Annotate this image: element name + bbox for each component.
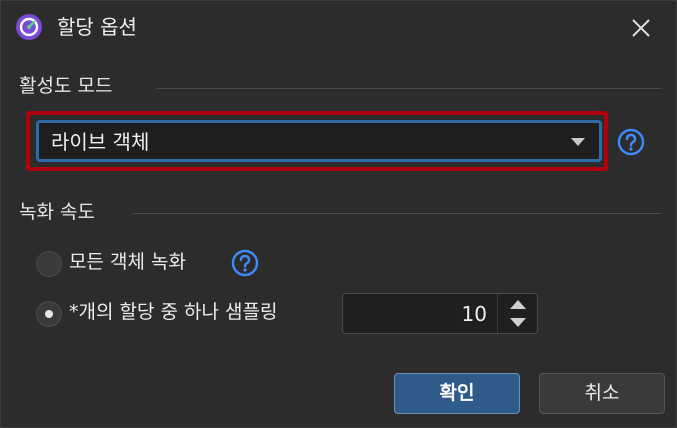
help-icon[interactable]	[231, 249, 259, 277]
dialog-title: 할당 옵션	[57, 15, 137, 39]
radio-record-all[interactable]	[36, 251, 62, 277]
close-button[interactable]	[623, 11, 659, 45]
dropdown-selected-value: 라이브 객체	[51, 130, 150, 154]
arrow-down-icon	[510, 318, 526, 327]
recording-speed-divider	[133, 213, 661, 214]
increment-button[interactable]	[498, 294, 538, 313]
title-bar: 할당 옵션	[1, 1, 676, 55]
activity-mode-label: 활성도 모드	[19, 75, 113, 97]
close-icon	[632, 19, 650, 37]
stepper-buttons	[497, 294, 537, 333]
ok-button[interactable]: 확인	[394, 373, 520, 414]
gauge-app-icon	[16, 14, 42, 40]
sample-count-value[interactable]: 10	[462, 301, 487, 327]
cancel-button[interactable]: 취소	[539, 373, 665, 414]
activity-mode-divider	[156, 88, 661, 89]
sample-count-stepper[interactable]: 10	[342, 293, 538, 334]
recording-speed-label: 녹화 속도	[19, 201, 95, 223]
decrement-button[interactable]	[498, 314, 538, 333]
radio-sample-allocations-label: *개의 할당 중 하나 샘플링	[69, 301, 278, 323]
activity-mode-dropdown[interactable]: 라이브 객체	[36, 120, 602, 162]
help-icon[interactable]	[617, 128, 645, 156]
arrow-up-icon	[510, 300, 526, 309]
radio-sample-allocations[interactable]	[36, 301, 62, 327]
radio-record-all-label: 모든 객체 녹화	[69, 251, 186, 273]
chevron-down-icon	[571, 138, 585, 146]
allocation-options-dialog: 할당 옵션 활성도 모드 라이브 객체 녹화 속도 모든 객체 녹화 *개의 할…	[0, 0, 677, 428]
